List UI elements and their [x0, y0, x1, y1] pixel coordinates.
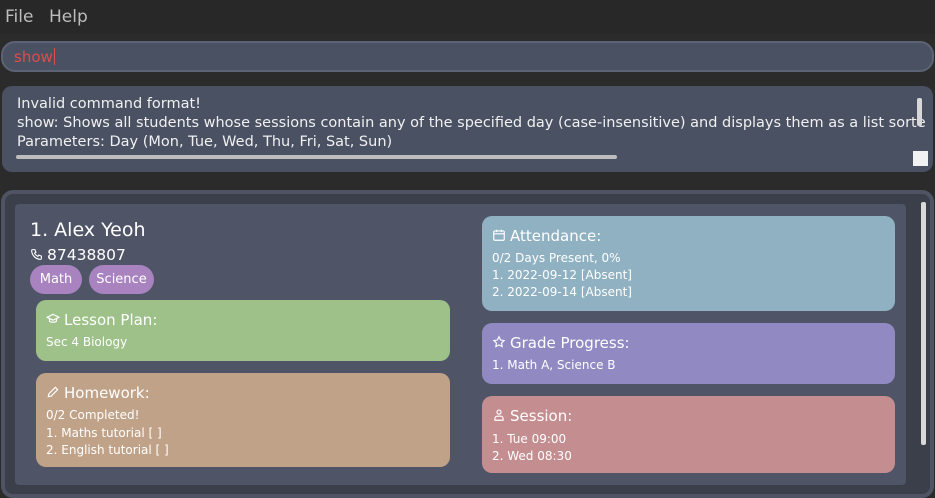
- scroll-corner: [913, 151, 928, 166]
- attendance-line: 2. 2022-09-14 [Absent]: [492, 285, 632, 299]
- result-vertical-scrollbar[interactable]: [917, 98, 922, 126]
- homework-line: 0/2 Completed!: [46, 408, 140, 422]
- session-line: 1. Tue 09:00: [492, 432, 567, 446]
- attendance-title: Attendance:: [492, 227, 601, 245]
- homework-title: Homework:: [46, 384, 150, 402]
- session-line: 2. Wed 08:30: [492, 449, 572, 463]
- result-display: Invalid command format! show: Shows all …: [2, 86, 933, 172]
- homework-line: 1. Maths tutorial [ ]: [46, 426, 162, 440]
- result-horizontal-scrollbar[interactable]: [16, 155, 617, 159]
- tag-science: Science: [89, 265, 154, 294]
- result-line-parameters: Parameters: Day (Mon, Tue, Wed, Thu, Fri…: [17, 134, 393, 150]
- phone-icon: [30, 247, 44, 265]
- lesson-plan-line: Sec 4 Biology: [46, 335, 128, 349]
- homework-line: 2. English tutorial [ ]: [46, 443, 169, 457]
- student-phone-number: 87438807: [47, 246, 126, 264]
- command-input-text: show: [14, 48, 55, 66]
- session-title: Session:: [492, 407, 572, 425]
- student-list-scrollbar[interactable]: [921, 202, 926, 445]
- attendance-line: 1. 2022-09-12 [Absent]: [492, 268, 632, 282]
- graduation-cap-icon: [45, 311, 64, 329]
- homework-box: Homework: 0/2 Completed! 1. Maths tutori…: [36, 373, 450, 467]
- menu-file[interactable]: File: [5, 7, 33, 27]
- calendar-icon: [492, 227, 510, 245]
- result-line-usage: show: Shows all students whose sessions …: [17, 115, 926, 131]
- tag-math: Math: [30, 265, 82, 294]
- lesson-plan-box: Lesson Plan: Sec 4 Biology: [36, 300, 450, 361]
- command-input[interactable]: show: [1, 41, 934, 72]
- pencil-icon: [46, 384, 64, 402]
- session-box: Session: 1. Tue 09:00 2. Wed 08:30: [482, 396, 895, 473]
- star-icon: [492, 334, 510, 352]
- result-line-error: Invalid command format!: [17, 96, 201, 112]
- attendance-box: Attendance: 0/2 Days Present, 0% 1. 2022…: [482, 216, 895, 311]
- user-group-icon: [492, 407, 510, 425]
- lesson-plan-title: Lesson Plan:: [45, 311, 157, 329]
- grade-progress-title: Grade Progress:: [492, 334, 630, 352]
- student-phone: 87438807: [30, 246, 126, 265]
- menu-bar: File Help: [0, 0, 935, 34]
- attendance-line: 0/2 Days Present, 0%: [492, 251, 621, 265]
- grade-progress-line: 1. Math A, Science B: [492, 358, 616, 372]
- text-caret: [53, 48, 55, 65]
- student-name: 1. Alex Yeoh: [30, 219, 146, 241]
- grade-progress-box: Grade Progress: 1. Math A, Science B: [482, 323, 895, 384]
- menu-help[interactable]: Help: [49, 7, 88, 27]
